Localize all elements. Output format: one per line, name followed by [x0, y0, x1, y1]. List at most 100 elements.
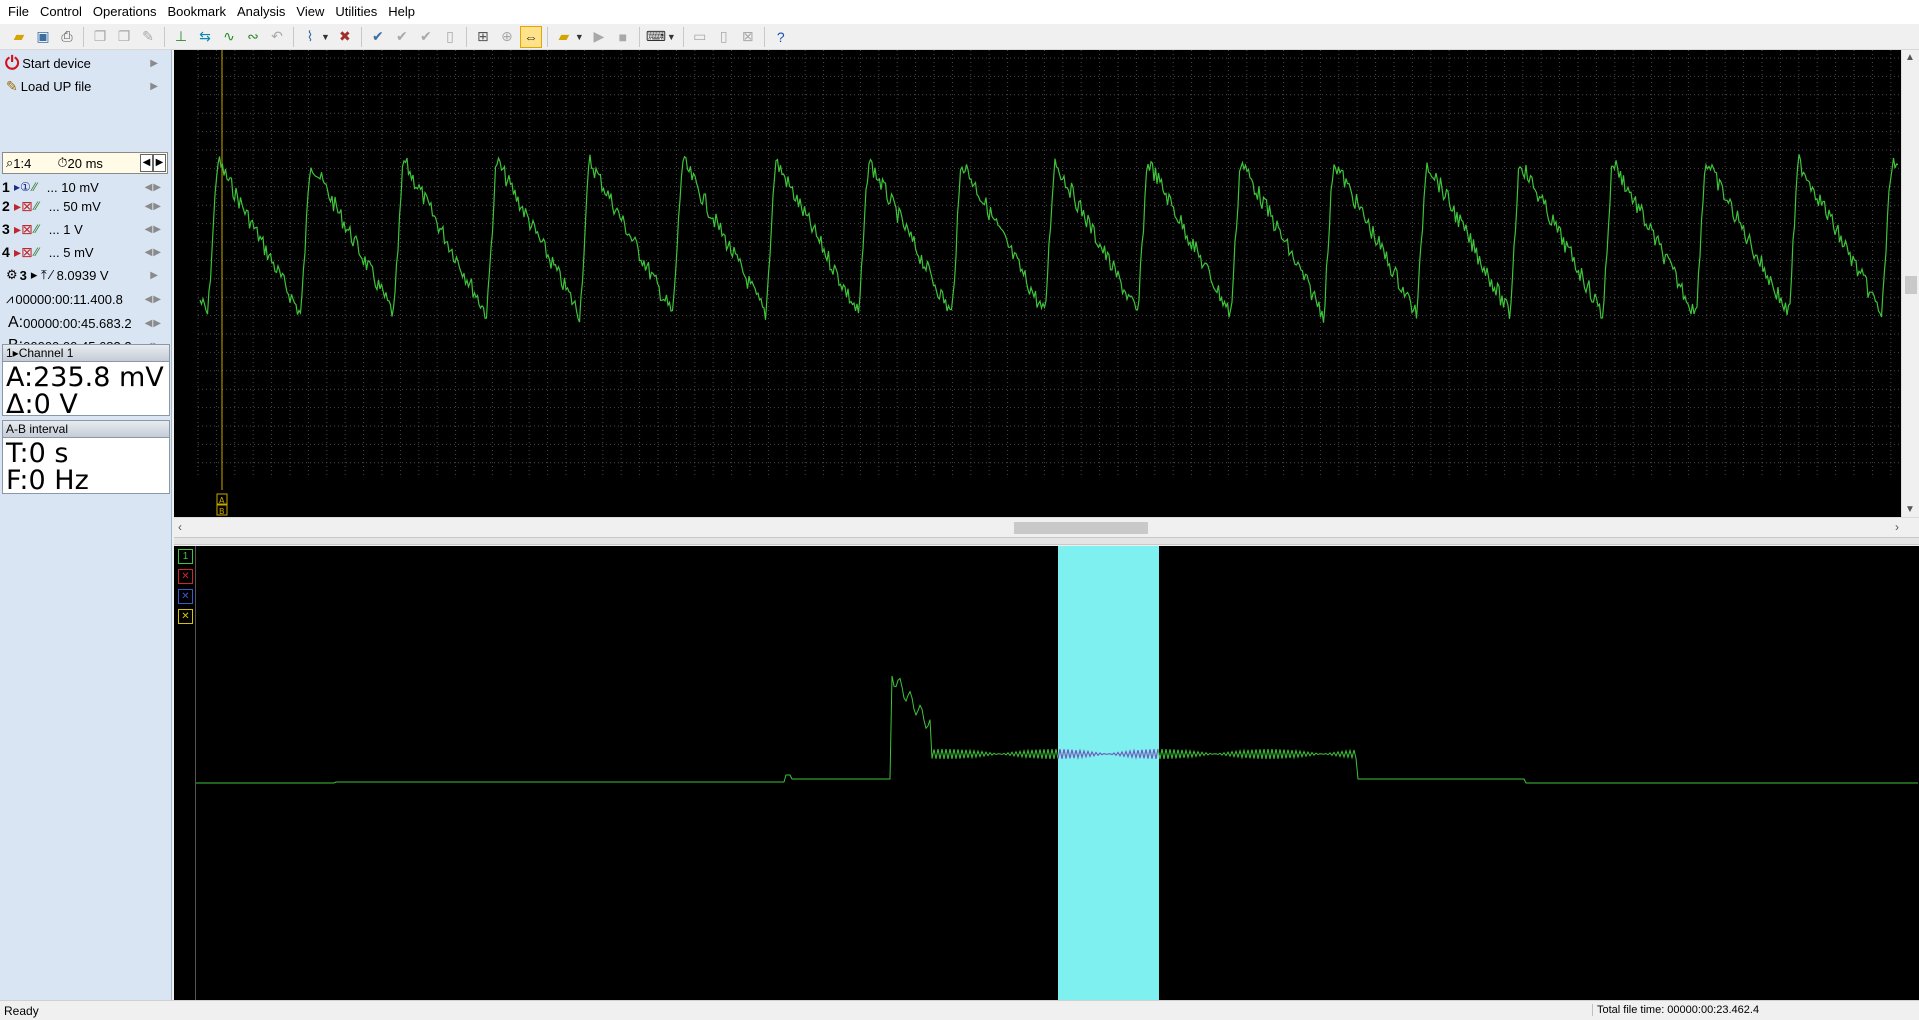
channel-panel-header[interactable]: 1▸Channel 1: [2, 344, 170, 362]
scroll-up-icon[interactable]: ▲: [1905, 52, 1915, 63]
channel-row-4[interactable]: 4 ▸⊠ ⁄⁄ ... 5 mV ◀▶: [2, 241, 168, 263]
time-offset-arrows-icon[interactable]: ◀▶: [145, 294, 162, 305]
top-vertical-scrollbar[interactable]: ▲ ▼: [1901, 50, 1919, 517]
channel-3-disabled-icon[interactable]: ✕: [178, 589, 193, 604]
channel-row-3[interactable]: 3 ▸⊠ ⁄⁄ ... 1 V ◀▶: [2, 218, 168, 240]
open-icon[interactable]: ▰: [8, 26, 30, 48]
menu-help[interactable]: Help: [386, 0, 424, 24]
zoom-timebase-box[interactable]: ⌕ 1:4 ⏱ 20 ms ◀ ▶: [2, 152, 168, 174]
cursor-marker-label: B: [219, 507, 225, 516]
top-scope-display[interactable]: A B: [174, 50, 1901, 517]
scroll-left-icon[interactable]: ‹: [178, 520, 182, 534]
close-window-icon[interactable]: ⊠: [737, 26, 759, 48]
time-offset-row[interactable]: ⩘ 00000:00:11.400.8 ◀▶: [2, 288, 168, 310]
top-scope-area: A B ▲ ▼ ‹ ›: [174, 50, 1919, 537]
check3-icon[interactable]: ✔: [415, 26, 437, 48]
timebase-icon: ⏱: [57, 155, 68, 170]
paste-icon[interactable]: ❐: [113, 26, 135, 48]
channel-1-toggle-icon[interactable]: 1: [178, 549, 193, 564]
start-device-item[interactable]: ⏻ Start device ▶: [2, 52, 168, 74]
channel-disabled-icon[interactable]: ▸⊠: [14, 244, 33, 261]
cursor-a-label: A:: [8, 314, 24, 331]
trigger-icon: ⚙: [6, 267, 18, 282]
cursor-a-arrows-icon[interactable]: ◀▶: [145, 318, 162, 329]
print-icon[interactable]: ⎙: [56, 26, 78, 48]
keyboard-icon[interactable]: ⌨: [645, 26, 667, 48]
menu-bookmark[interactable]: Bookmark: [165, 0, 235, 24]
time-offset-value: 00000:00:11.400.8: [15, 291, 123, 307]
channel-disabled-icon[interactable]: ▸⊠: [14, 198, 33, 215]
folder-icon[interactable]: ▰: [553, 26, 575, 48]
scroll-right-icon[interactable]: ›: [1895, 520, 1899, 534]
coupling-icon[interactable]: ⁄⁄: [35, 199, 39, 213]
channel-disabled-icon[interactable]: ▸⊠: [14, 221, 33, 238]
menu-operations[interactable]: Operations: [91, 0, 166, 24]
menu-file[interactable]: File: [6, 0, 38, 24]
dropdown-arrow-icon[interactable]: ▼: [575, 32, 584, 42]
zoom-icon[interactable]: ⊕: [496, 26, 518, 48]
load-up-file-item[interactable]: ✎ Load UP file ▶: [2, 75, 168, 97]
trigger-row[interactable]: ⚙ 3 ▸ ⤒ ⁄ 8.0939 V ▶: [2, 264, 168, 286]
toolbar: ▰ ▣ ⎙ ❐ ❐ ✎ ⊥ ⇆ ∿ ∾ ↶ ⌇ ▼ ✖ ✔ ✔ ✔ ▯ ⊞ ⊕ ⇔…: [0, 24, 1919, 50]
interval-panel-header[interactable]: A-B interval: [2, 420, 170, 438]
toolbar-separator: [465, 26, 467, 47]
save-icon[interactable]: ▣: [32, 26, 54, 48]
visible-window-selection[interactable]: [1058, 546, 1159, 1000]
dropdown-arrow-icon[interactable]: ▼: [321, 32, 330, 42]
tool-icon[interactable]: ✎: [137, 26, 159, 48]
horizontal-scroll-thumb[interactable]: [1014, 522, 1148, 534]
trace-icon[interactable]: ∿: [218, 26, 240, 48]
undo-icon[interactable]: ↶: [266, 26, 288, 48]
channel-arrows-icon[interactable]: ◀▶: [145, 182, 162, 193]
cursor-a-row[interactable]: A: 00000:00:45.683.2 ◀▶: [2, 312, 168, 334]
status-total-file-time: Total file time: 00000:00:23.462.4: [1592, 1004, 1759, 1016]
top-horizontal-scrollbar[interactable]: ‹ ›: [174, 517, 1919, 537]
stop-icon[interactable]: ■: [612, 26, 634, 48]
menu-analysis[interactable]: Analysis: [235, 0, 294, 24]
delete-icon[interactable]: ✖: [334, 26, 356, 48]
coupling-icon[interactable]: ⁄⁄: [35, 222, 39, 236]
zoom-fit-icon[interactable]: ⊞: [472, 26, 494, 48]
channel-enabled-icon[interactable]: ▸①: [14, 180, 31, 194]
channel-2-disabled-icon[interactable]: ✕: [178, 569, 193, 584]
menu-view[interactable]: View: [294, 0, 333, 24]
dropdown-arrow-icon[interactable]: ▼: [667, 32, 676, 42]
trace2-icon[interactable]: ∾: [242, 26, 264, 48]
toolbar-separator: [293, 26, 294, 47]
interval-panel: T:0 s F:0 Hz: [2, 438, 170, 494]
toolbar-separator: [682, 26, 684, 47]
waveform-icon[interactable]: ⌇: [299, 26, 321, 48]
check-icon[interactable]: ✔: [367, 26, 389, 48]
window-icon[interactable]: ▭: [689, 26, 711, 48]
trigger-channel: 3: [19, 267, 27, 283]
menu-utilities[interactable]: Utilities: [333, 0, 386, 24]
play-icon[interactable]: ▶: [588, 26, 610, 48]
coupling-icon[interactable]: ⁄⁄: [35, 245, 39, 259]
power-icon: ⏻: [5, 52, 20, 73]
channel-arrows-icon[interactable]: ◀▶: [145, 201, 162, 212]
channel-panel: A:235.8 mV Δ:0 V: [2, 362, 170, 418]
channel-arrows-icon[interactable]: ◀▶: [145, 247, 162, 258]
channel-number: 4: [2, 244, 10, 260]
page-icon[interactable]: ▯: [439, 26, 461, 48]
menu-control[interactable]: Control: [38, 0, 91, 24]
channel-row-2[interactable]: 2 ▸⊠ ⁄⁄ ... 50 mV ◀▶: [2, 195, 168, 217]
bottom-overview-display[interactable]: 1 ✕ ✕ ✕: [174, 546, 1919, 1000]
marker-icon[interactable]: ⇔: [519, 25, 542, 48]
window2-icon[interactable]: ▯: [713, 26, 735, 48]
measure-icon[interactable]: ⇆: [194, 26, 216, 48]
channel-range: ... 50 mV: [48, 198, 101, 214]
cursor-icon[interactable]: ⊥: [170, 26, 192, 48]
timebase-right-button[interactable]: ▶: [153, 154, 166, 172]
pane-splitter[interactable]: [174, 537, 1919, 545]
channel-arrows-icon[interactable]: ◀▶: [145, 224, 162, 235]
channel-4-disabled-icon[interactable]: ✕: [178, 609, 193, 624]
timebase-left-button[interactable]: ◀: [140, 154, 153, 172]
scroll-down-icon[interactable]: ▼: [1905, 504, 1915, 515]
check2-icon[interactable]: ✔: [391, 26, 413, 48]
channel-number: 2: [2, 198, 10, 214]
copy-icon[interactable]: ❐: [89, 26, 111, 48]
help-icon[interactable]: ?: [770, 26, 792, 48]
vertical-scroll-thumb[interactable]: [1905, 276, 1917, 294]
coupling-icon[interactable]: ⁄⁄: [33, 180, 37, 194]
